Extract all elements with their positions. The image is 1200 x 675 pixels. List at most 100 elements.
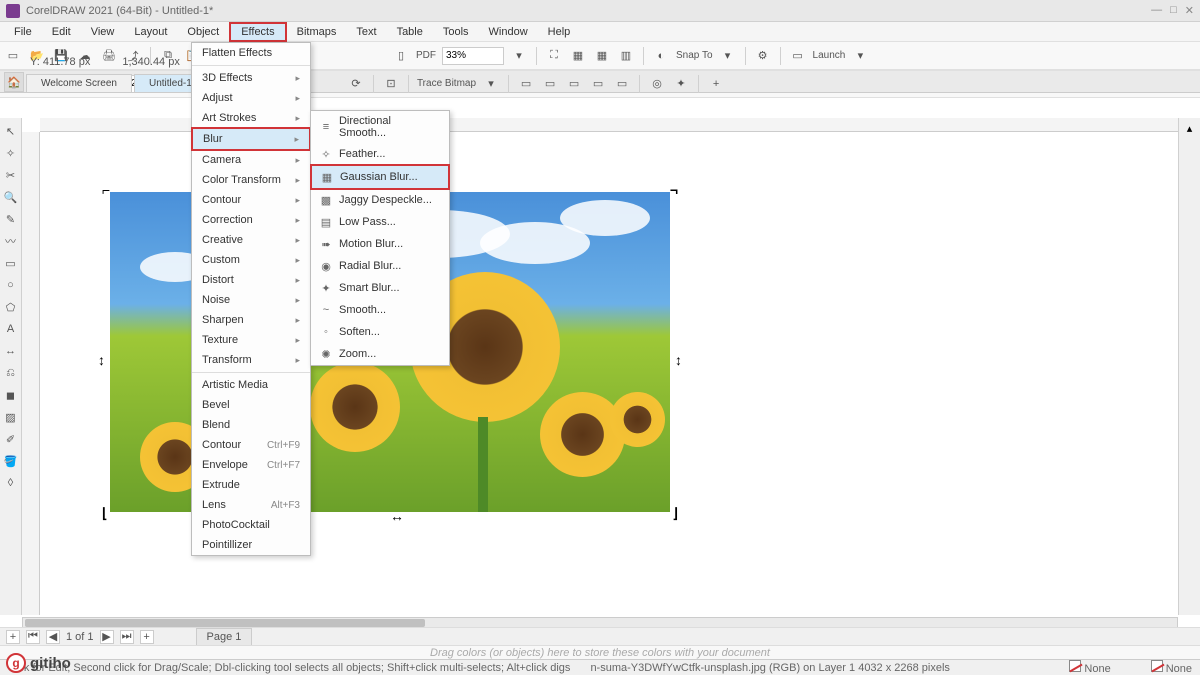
menu-effects[interactable]: Effects <box>229 22 286 42</box>
close-icon[interactable]: ✕ <box>1185 4 1194 17</box>
crop2-icon[interactable]: ▭ <box>565 75 583 93</box>
effects-item-bevel[interactable]: Bevel <box>192 395 310 415</box>
ellipse-tool-icon[interactable]: ○ <box>2 276 20 294</box>
transparency-icon[interactable]: ◐ <box>652 47 670 65</box>
snap-grid-icon[interactable]: ▦ <box>593 47 611 65</box>
effects-item-creative[interactable]: Creative▸ <box>192 230 310 250</box>
effects-item-distort[interactable]: Distort▸ <box>192 270 310 290</box>
effects-item-correction[interactable]: Correction▸ <box>192 210 310 230</box>
snap-align-icon[interactable]: ▦ <box>569 47 587 65</box>
rotate-icon[interactable]: ⟳ <box>347 75 365 93</box>
effects-item-custom[interactable]: Custom▸ <box>192 250 310 270</box>
effects-item-flatten[interactable]: Flatten Effects <box>192 43 310 63</box>
effects-item-adjust[interactable]: Adjust▸ <box>192 88 310 108</box>
chevron-down-icon[interactable]: ▾ <box>851 47 869 65</box>
fill-tool-icon[interactable]: 🪣 <box>2 452 20 470</box>
menu-tools[interactable]: Tools <box>433 24 479 40</box>
menu-file[interactable]: File <box>4 24 42 40</box>
freehand-tool-icon[interactable]: ✎ <box>2 210 20 228</box>
text-tool-icon[interactable]: A <box>2 320 20 338</box>
blur-item-radial[interactable]: ◉Radial Blur... <box>311 255 449 277</box>
effects-item-artistic-media[interactable]: Artistic Media <box>192 375 310 395</box>
menu-edit[interactable]: Edit <box>42 24 81 40</box>
handle-tl[interactable]: ⌐ <box>102 182 110 198</box>
menu-object[interactable]: Object <box>177 24 229 40</box>
options-icon[interactable]: ⚙ <box>754 47 772 65</box>
pick-tool-icon[interactable]: ↖ <box>2 122 20 140</box>
trace-button[interactable]: Trace Bitmap <box>417 78 476 89</box>
effects-item-lens[interactable]: LensAlt+F3 <box>192 495 310 515</box>
menu-table[interactable]: Table <box>387 24 433 40</box>
wrap-icon[interactable]: ◎ <box>648 75 666 93</box>
menu-view[interactable]: View <box>81 24 125 40</box>
prev-page-button[interactable]: ◀ <box>46 630 60 644</box>
pdf-icon[interactable]: ▯ <box>392 47 410 65</box>
menu-bitmaps[interactable]: Bitmaps <box>287 24 347 40</box>
rectangle-tool-icon[interactable]: ▭ <box>2 254 20 272</box>
add-page-button[interactable]: + <box>6 630 20 644</box>
connector-icon[interactable]: ⎌ <box>2 364 20 382</box>
effects-item-pointillizer[interactable]: Pointillizer <box>192 535 310 555</box>
outline-tool-icon[interactable]: ◊ <box>2 474 20 492</box>
launch-icon[interactable]: ▭ <box>789 47 807 65</box>
blur-item-smooth[interactable]: ~Smooth... <box>311 299 449 321</box>
minimize-icon[interactable]: — <box>1151 4 1162 17</box>
effects-item-envelope[interactable]: EnvelopeCtrl+F7 <box>192 455 310 475</box>
crop-tool-icon[interactable]: ✂ <box>2 166 20 184</box>
maximize-icon[interactable]: □ <box>1170 4 1177 17</box>
scroll-thumb[interactable] <box>25 619 425 627</box>
add-page-after-button[interactable]: + <box>140 630 154 644</box>
effects-item-contour2[interactable]: ContourCtrl+F9 <box>192 435 310 455</box>
effects-item-artstrokes[interactable]: Art Strokes▸ <box>192 108 310 128</box>
document-palette[interactable]: Drag colors (or objects) here to store t… <box>0 645 1200 659</box>
menu-text[interactable]: Text <box>346 24 386 40</box>
color-mask-icon[interactable]: ▭ <box>613 75 631 93</box>
handle-ml[interactable]: ↕ <box>98 352 105 368</box>
next-page-button[interactable]: ▶ <box>100 630 114 644</box>
effects-item-color-transform[interactable]: Color Transform▸ <box>192 170 310 190</box>
last-page-button[interactable]: ⏭ <box>120 630 134 644</box>
blur-item-feather[interactable]: ✧Feather... <box>311 143 449 165</box>
blur-item-gaussian[interactable]: ▦Gaussian Blur... <box>310 164 450 190</box>
effects-item-camera[interactable]: Camera▸ <box>192 150 310 170</box>
palette-scroll-up-icon[interactable]: ▴ <box>1187 122 1193 135</box>
dropshadow-icon[interactable]: ◼ <box>2 386 20 404</box>
blur-item-directional[interactable]: ≡Directional Smooth... <box>311 111 449 143</box>
eyedropper-icon[interactable]: ✐ <box>2 430 20 448</box>
menu-help[interactable]: Help <box>538 24 581 40</box>
effects-item-noise[interactable]: Noise▸ <box>192 290 310 310</box>
new-icon[interactable]: ▭ <box>4 47 22 65</box>
zoom-tool-icon[interactable]: 🔍 <box>2 188 20 206</box>
launch-label[interactable]: Launch <box>813 50 846 61</box>
blur-item-jaggy[interactable]: ▩Jaggy Despeckle... <box>311 189 449 211</box>
effects-item-3d[interactable]: 3D Effects▸ <box>192 68 310 88</box>
shape-tool-icon[interactable]: ✧ <box>2 144 20 162</box>
effects-item-blend[interactable]: Blend <box>192 415 310 435</box>
menu-window[interactable]: Window <box>479 24 538 40</box>
handle-bm[interactable]: ↔ <box>390 508 404 524</box>
plus-icon[interactable]: + <box>707 75 725 93</box>
fullscreen-icon[interactable]: ⛶ <box>545 47 563 65</box>
edit-bitmap-icon[interactable]: ▭ <box>517 75 535 93</box>
polygon-tool-icon[interactable]: ⬠ <box>2 298 20 316</box>
effects-item-contour[interactable]: Contour▸ <box>192 190 310 210</box>
chevron-down-icon[interactable]: ▾ <box>719 47 737 65</box>
zoom-input[interactable] <box>442 47 504 65</box>
snap-to-label[interactable]: Snap To <box>676 50 713 61</box>
menu-layout[interactable]: Layout <box>124 24 177 40</box>
status-fill[interactable]: None <box>1069 660 1110 675</box>
artistic-media-icon[interactable]: 〰 <box>2 232 20 250</box>
status-outline[interactable]: None <box>1151 660 1192 675</box>
handle-mr[interactable]: ↕ <box>675 352 682 368</box>
chevron-down-icon[interactable]: ▾ <box>482 75 500 93</box>
effects-item-texture[interactable]: Texture▸ <box>192 330 310 350</box>
effects-item-sharpen[interactable]: Sharpen▸ <box>192 310 310 330</box>
zoom-dropdown-icon[interactable]: ▾ <box>510 47 528 65</box>
blur-item-zoom[interactable]: ✺Zoom... <box>311 343 449 365</box>
resample-icon[interactable]: ▭ <box>541 75 559 93</box>
crop-icon[interactable]: ⊡ <box>382 75 400 93</box>
handle-br[interactable]: ⌋ <box>673 505 678 522</box>
handle-tr[interactable]: ¬ <box>670 182 678 198</box>
effects-item-photococktail[interactable]: PhotoCocktail <box>192 515 310 535</box>
snap-guide-icon[interactable]: ▥ <box>617 47 635 65</box>
